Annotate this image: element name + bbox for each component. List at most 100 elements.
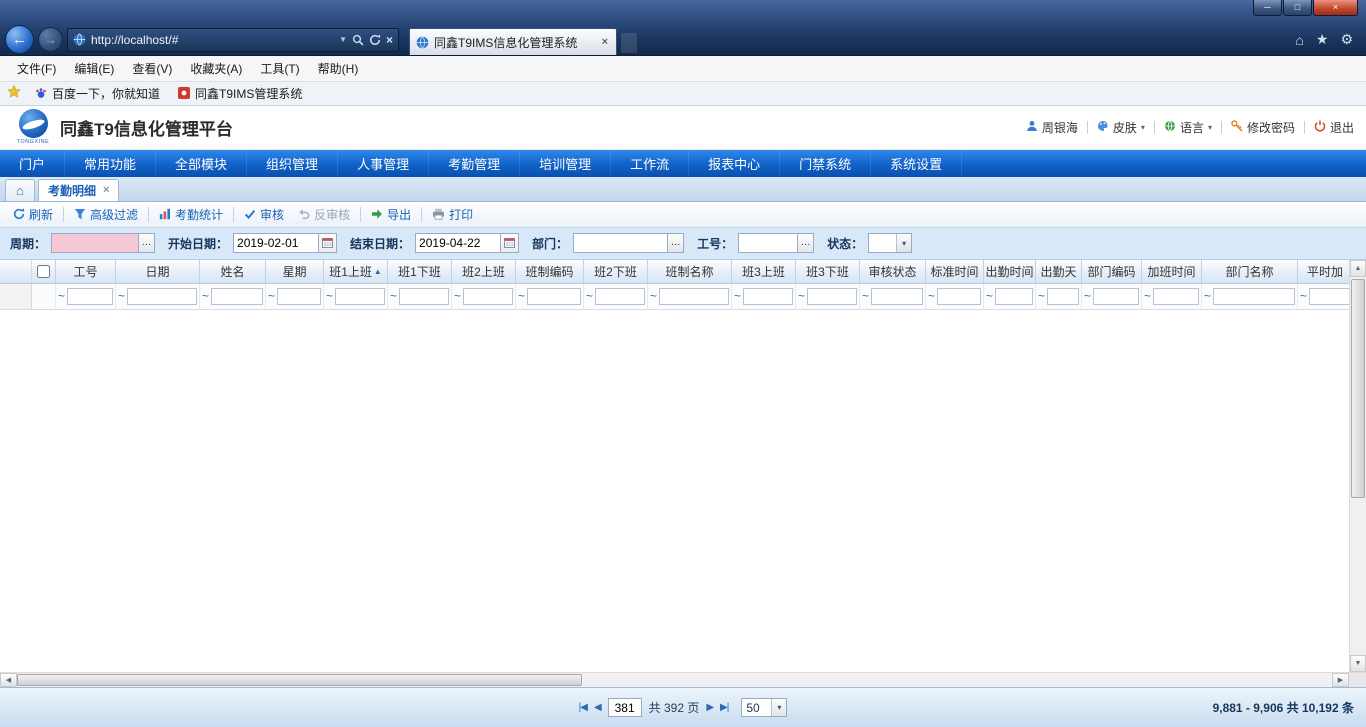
period-input[interactable] <box>51 233 139 253</box>
menu-item[interactable]: 文件(F) <box>8 56 65 81</box>
select-all-checkbox[interactable] <box>37 265 50 278</box>
menu-item[interactable]: 编辑(E) <box>65 56 123 81</box>
column-filter-input[interactable] <box>211 288 263 305</box>
address-bar[interactable]: http://localhost/# ▼ × <box>67 28 399 52</box>
advanced-filter-button[interactable]: 高级过滤 <box>67 203 145 226</box>
scroll-up-icon[interactable]: ▲ <box>1350 260 1366 277</box>
column-filter-input[interactable] <box>995 288 1033 305</box>
column-filter-input[interactable] <box>1309 288 1349 305</box>
last-page-button[interactable]: ▶| <box>720 702 728 713</box>
change-password-link[interactable]: 修改密码 <box>1231 119 1295 136</box>
scroll-down-icon[interactable]: ▼ <box>1350 655 1366 672</box>
column-filter-input[interactable] <box>937 288 981 305</box>
column-filter-input[interactable] <box>659 288 729 305</box>
column-filter-input[interactable] <box>463 288 513 305</box>
tab-close-icon[interactable]: × <box>600 36 610 48</box>
column-header-班1上班[interactable]: 班1上班▲ <box>324 260 388 283</box>
audit-button[interactable]: 审核 <box>237 203 291 226</box>
menu-item[interactable]: 查看(V) <box>123 56 181 81</box>
vertical-scrollbar[interactable]: ▲ ▼ <box>1349 260 1366 672</box>
nav-item-人事管理[interactable]: 人事管理 <box>338 150 429 177</box>
nav-item-工作流[interactable]: 工作流 <box>611 150 689 177</box>
tab-close-icon[interactable]: × <box>103 184 109 196</box>
column-header-部门编码[interactable]: 部门编码 <box>1082 260 1142 283</box>
nav-item-门禁系统[interactable]: 门禁系统 <box>780 150 871 177</box>
nav-item-全部模块[interactable]: 全部模块 <box>156 150 247 177</box>
skin-menu[interactable]: 皮肤 ▾ <box>1097 119 1145 136</box>
column-filter-input[interactable] <box>67 288 113 305</box>
minimize-button[interactable]: ─ <box>1253 0 1282 16</box>
column-header-审核状态[interactable]: 审核状态 <box>860 260 926 283</box>
first-page-button[interactable]: |◀ <box>579 702 587 713</box>
column-header-部门名称[interactable]: 部门名称 <box>1202 260 1298 283</box>
new-tab-button[interactable] <box>621 33 637 53</box>
column-filter-input[interactable] <box>1153 288 1199 305</box>
column-header-加班时间[interactable]: 加班时间 <box>1142 260 1202 283</box>
stop-icon[interactable]: × <box>386 33 393 47</box>
attendance-stats-button[interactable]: 考勤统计 <box>152 203 230 226</box>
prev-page-button[interactable]: ◀ <box>594 702 601 713</box>
nav-item-报表中心[interactable]: 报表中心 <box>689 150 780 177</box>
column-header-班3下班[interactable]: 班3下班 <box>796 260 860 283</box>
column-header-日期[interactable]: 日期 <box>116 260 200 283</box>
close-button[interactable]: × <box>1313 0 1358 16</box>
column-header-班制名称[interactable]: 班制名称 <box>648 260 732 283</box>
page-size-select[interactable]: 50 ▾ <box>741 698 787 717</box>
column-header-出勤时间[interactable]: 出勤时间 <box>984 260 1036 283</box>
column-header-标准时间[interactable]: 标准时间 <box>926 260 984 283</box>
column-filter-input[interactable] <box>399 288 449 305</box>
end-date-input[interactable] <box>415 233 501 253</box>
forward-button[interactable]: → <box>38 27 63 52</box>
nav-item-常用功能[interactable]: 常用功能 <box>65 150 156 177</box>
favorites-star-icon[interactable]: ★ <box>1316 31 1329 48</box>
end-date-calendar-button[interactable] <box>501 233 519 253</box>
address-dropdown-icon[interactable]: ▼ <box>339 35 347 44</box>
favorite-item[interactable]: 同鑫T9IMS管理系统 <box>178 85 302 102</box>
home-icon[interactable]: ⌂ <box>1295 32 1303 48</box>
vertical-scroll-track[interactable] <box>1350 277 1366 655</box>
scroll-left-icon[interactable]: ◀ <box>0 673 17 687</box>
add-favorite-button[interactable] <box>7 85 21 101</box>
menu-item[interactable]: 收藏夹(A) <box>181 56 251 81</box>
nav-item-系统设置[interactable]: 系统设置 <box>871 150 962 177</box>
tab-attendance-detail[interactable]: 考勤明细 × <box>38 179 119 201</box>
scroll-right-icon[interactable]: ▶ <box>1332 673 1349 687</box>
refresh-icon[interactable] <box>369 34 381 46</box>
column-header-平时加[interactable]: 平时加 <box>1298 260 1349 283</box>
column-header-星期[interactable]: 星期 <box>266 260 324 283</box>
vertical-scroll-thumb[interactable] <box>1351 279 1365 498</box>
menu-item[interactable]: 工具(T) <box>251 56 308 81</box>
column-filter-input[interactable] <box>871 288 923 305</box>
column-header-工号[interactable]: 工号 <box>56 260 116 283</box>
user-menu[interactable]: 周银海 <box>1026 119 1078 136</box>
column-header-出勤天[interactable]: 出勤天 <box>1036 260 1082 283</box>
back-button[interactable]: ← <box>5 25 34 54</box>
horizontal-scrollbar[interactable]: ◀ ▶ <box>0 672 1366 687</box>
column-header-班2下班[interactable]: 班2下班 <box>584 260 648 283</box>
menu-item[interactable]: 帮助(H) <box>309 56 368 81</box>
column-header-班2上班[interactable]: 班2上班 <box>452 260 516 283</box>
browser-tab[interactable]: 同鑫T9IMS信息化管理系统 × <box>409 28 617 55</box>
refresh-button[interactable]: 刷新 <box>6 203 60 226</box>
language-menu[interactable]: 语言 ▾ <box>1164 119 1212 136</box>
export-button[interactable]: 导出 <box>364 203 418 226</box>
column-filter-input[interactable] <box>277 288 321 305</box>
logout-link[interactable]: 退出 <box>1314 119 1354 136</box>
column-filter-input[interactable] <box>527 288 581 305</box>
column-filter-input[interactable] <box>1093 288 1139 305</box>
horizontal-scroll-thumb[interactable] <box>17 674 582 686</box>
nav-item-组织管理[interactable]: 组织管理 <box>247 150 338 177</box>
favorite-item[interactable]: 百度一下，你就知道 <box>35 85 160 102</box>
column-filter-input[interactable] <box>743 288 793 305</box>
column-filter-input[interactable] <box>595 288 645 305</box>
nav-item-门户[interactable]: 门户 <box>0 150 65 177</box>
column-filter-input[interactable] <box>335 288 385 305</box>
department-input[interactable] <box>573 233 668 253</box>
column-header-班制编码[interactable]: 班制编码 <box>516 260 584 283</box>
column-filter-input[interactable] <box>1213 288 1295 305</box>
home-tab[interactable]: ⌂ <box>5 179 35 201</box>
status-select[interactable]: ▾ <box>868 233 912 253</box>
page-number-input[interactable] <box>608 698 642 717</box>
column-filter-input[interactable] <box>1047 288 1079 305</box>
search-icon[interactable] <box>352 34 364 46</box>
